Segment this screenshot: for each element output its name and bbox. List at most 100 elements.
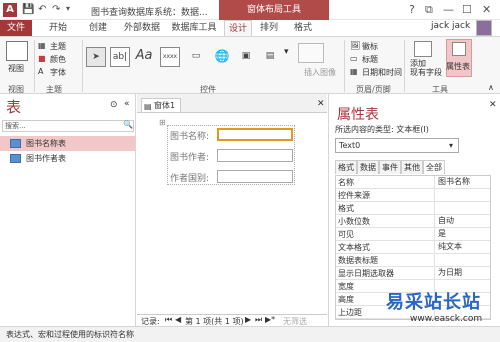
property-row[interactable]: 文本格式 纯文本 [336,241,490,254]
property-name: 宽度 [338,282,354,291]
minimize-button[interactable]: — [443,3,454,16]
separator [404,40,405,92]
property-row[interactable]: 格式 [336,202,490,215]
tab-external-data[interactable]: 外部数据 [118,20,166,36]
insert-image-icon[interactable] [298,43,324,63]
property-value[interactable]: 是 [434,228,490,240]
property-row[interactable]: 小数位数 自动 [336,215,490,228]
view-icon[interactable] [6,41,28,61]
form-document-area: ▤ 窗体1 ✕ ⊞ 图书名称: 图书作者: 作者国别: 记录: ⏮ ◀ 第 1 … [137,94,327,326]
help-button[interactable]: ? [409,3,415,16]
previous-record-icon[interactable]: ◀ [175,315,181,324]
property-sheet-title: 属性表 [337,107,379,123]
property-value[interactable]: 纯文本 [434,241,490,253]
selected-control-dropdown[interactable]: Text0 ▾ [335,138,459,153]
property-name: 上边距 [338,308,362,317]
table-icon [10,154,21,163]
watermark-brand: 易采站长站 [386,292,481,313]
nav-item-label: 图书名称表 [26,139,66,148]
prop-tab-other[interactable]: 其他 [401,160,423,174]
restore-ribbon-button[interactable]: ⧉ [425,3,433,17]
property-value[interactable] [434,202,490,214]
textbox-author-country[interactable] [217,170,293,183]
document-tab-form1[interactable]: ▤ 窗体1 [141,98,181,112]
textbox-book-author[interactable] [217,149,293,162]
add-fields-icon[interactable] [414,41,432,57]
nav-item-book-names[interactable]: 图书名称表 [0,136,135,151]
prop-tab-format[interactable]: 格式 [335,160,357,174]
fonts-button[interactable]: 字体 [50,67,66,78]
label-author-country[interactable]: 作者国别: [170,171,209,184]
insert-image-button[interactable]: 插入图像 [304,67,336,78]
nav-dropdown-icon[interactable]: ⊙ [110,100,118,110]
select-pointer-icon[interactable]: ➤ [86,47,106,67]
label-book-name[interactable]: 图书名称: [170,129,209,142]
label-control-icon[interactable]: Aa [134,47,154,67]
close-button[interactable]: ✕ [482,3,491,16]
property-value[interactable]: 为日期 [434,267,490,279]
layout-selector-icon[interactable]: ⊞ [159,118,166,127]
save-icon[interactable]: 💾 [22,4,34,15]
document-tab-label: 窗体1 [154,101,176,110]
redo-icon[interactable]: ↷ [52,4,60,15]
property-row[interactable]: 控件来源 [336,189,490,202]
prop-tab-data[interactable]: 数据 [357,160,379,174]
new-record-icon[interactable]: ▶* [265,315,275,324]
chevron-down-icon[interactable]: ▾ [449,139,453,152]
web-browser-control-icon[interactable]: ▣ [236,47,256,67]
property-value[interactable]: 自动 [434,215,490,227]
collapse-ribbon-icon[interactable]: ∧ [488,83,494,92]
property-name: 显示日期选取器 [338,269,394,278]
status-bar: 表达式、宏和过程使用的标识符名称 [0,326,500,342]
ribbon: 视图 视图 ▦ 主题 ■ 颜色 A 字体 主题 ➤ ab| Aa xxxx ▭ … [0,36,500,94]
property-value[interactable] [434,254,490,266]
date-time-button[interactable]: 日期和时间 [362,67,402,78]
last-record-icon[interactable]: ⏭ [255,315,262,325]
tab-control-icon[interactable]: ▭ [186,47,206,67]
button-control-icon[interactable]: xxxx [160,47,180,67]
view-button[interactable]: 视图 [8,63,24,74]
close-property-sheet-icon[interactable]: ✕ [489,100,497,110]
nav-search-input[interactable]: 搜索... [2,120,134,132]
prop-tab-all[interactable]: 全部 [423,160,445,174]
property-row[interactable]: 可见 是 [336,228,490,241]
avatar[interactable] [476,20,492,36]
context-tool-title: 窗体布局工具 [219,0,329,20]
add-existing-fields-button[interactable]: 添加 现有字段 [410,59,442,77]
property-row[interactable]: 名称 图书名称 [336,176,490,189]
search-icon[interactable]: 🔍 [123,120,133,129]
close-document-icon[interactable]: ✕ [317,99,325,109]
property-value[interactable] [434,189,490,201]
property-name: 高度 [338,295,354,304]
property-row[interactable]: 显示日期选取器 为日期 [336,267,490,280]
user-name[interactable]: jack jack [431,21,470,31]
maximize-button[interactable]: ☐ [462,3,472,16]
hyperlink-control-icon[interactable]: 🌐 [212,47,232,67]
tab-home[interactable]: 开始 [40,20,76,36]
first-record-icon[interactable]: ⏮ [165,315,172,325]
nav-item-book-authors[interactable]: 图书作者表 [0,151,135,166]
tab-create[interactable]: 创建 [80,20,116,36]
property-value[interactable]: 图书名称 [434,176,490,188]
next-record-icon[interactable]: ▶ [245,315,251,324]
controls-more-icon[interactable]: ▾ [284,47,289,57]
textbox-book-name[interactable] [217,128,293,141]
undo-icon[interactable]: ↶ [38,4,46,15]
collapse-nav-icon[interactable]: « [124,99,130,109]
tab-design[interactable]: 设计 [224,20,252,36]
tab-database-tools[interactable]: 数据库工具 [166,20,222,36]
property-name: 可见 [338,230,354,239]
tab-file[interactable]: 文件 [0,20,32,36]
label-book-author[interactable]: 图书作者: [170,150,209,163]
tab-format[interactable]: 格式 [288,20,318,36]
property-row[interactable]: 数据表标题 [336,254,490,267]
theme-button[interactable]: 主题 [50,41,66,52]
title-button[interactable]: 标题 [362,54,378,65]
colors-button[interactable]: 颜色 [50,54,66,65]
textbox-control-icon[interactable]: ab| [110,47,130,67]
tab-arrange[interactable]: 排列 [254,20,284,36]
prop-tab-event[interactable]: 事件 [379,160,401,174]
navigation-control-icon[interactable]: ▤ [260,47,280,67]
qat-dropdown-icon[interactable]: ▾ [66,4,70,13]
logo-button[interactable]: 徽标 [362,41,378,52]
